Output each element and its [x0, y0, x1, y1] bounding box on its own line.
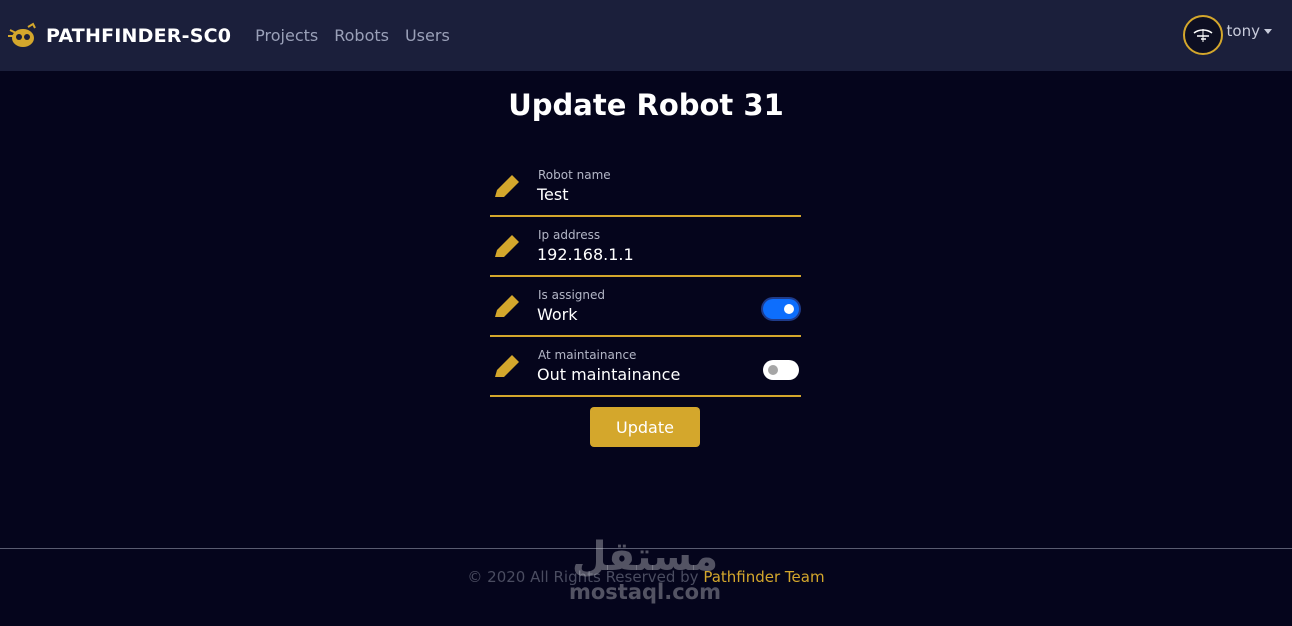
update-button[interactable]: Update: [590, 407, 700, 447]
ip-address-field[interactable]: Ip address 192.168.1.1: [490, 217, 801, 277]
nav-link-robots[interactable]: Robots: [334, 26, 389, 45]
at-maintenance-value: Out maintainance: [537, 365, 681, 384]
pencil-icon: [495, 235, 519, 257]
navbar: PATHFINDER-SC0 Projects Robots Users ton…: [0, 0, 1292, 71]
toggle-knob: [784, 304, 794, 314]
footer: © 2020 All Rights Reserved by Pathfinder…: [0, 568, 1292, 586]
robot-logo-icon: [8, 22, 36, 47]
user-name[interactable]: tony: [1227, 22, 1260, 40]
brand-name: PATHFINDER-SC0: [46, 24, 232, 47]
page-title: Update Robot 31: [508, 88, 784, 122]
field-label: Is assigned: [538, 288, 606, 302]
field-label: At maintainance: [538, 348, 637, 362]
avatar-icon: [1193, 29, 1213, 42]
avatar[interactable]: [1182, 15, 1223, 55]
brand[interactable]: PATHFINDER-SC0: [6, 22, 231, 50]
copyright-text: © 2020 All Rights Reserved by: [467, 568, 699, 586]
field-label: Robot name: [538, 168, 611, 182]
toggle-knob: [768, 365, 778, 375]
at-maintenance-field: At maintainance Out maintainance: [490, 337, 801, 397]
field-label: Ip address: [538, 228, 601, 242]
footer-divider: [0, 548, 1292, 549]
is-assigned-field: Is assigned Work: [490, 277, 801, 337]
robot-name-field[interactable]: Robot name Test: [490, 157, 801, 217]
is-assigned-toggle[interactable]: [763, 299, 799, 319]
at-maintenance-toggle[interactable]: [763, 360, 799, 380]
is-assigned-value: Work: [537, 305, 578, 324]
nav-link-users[interactable]: Users: [405, 26, 450, 45]
ip-address-input[interactable]: 192.168.1.1: [537, 245, 634, 264]
pencil-icon: [495, 175, 519, 197]
robot-form: Robot name Test Ip address 192.168.1.1 I…: [490, 157, 801, 397]
pencil-icon: [495, 355, 519, 377]
nav-link-projects[interactable]: Projects: [255, 26, 318, 45]
robot-name-input[interactable]: Test: [537, 185, 569, 204]
caret-down-icon[interactable]: [1264, 28, 1272, 34]
nav-links: Projects Robots Users: [255, 26, 466, 45]
pencil-icon: [495, 295, 519, 317]
team-link[interactable]: Pathfinder Team: [703, 568, 824, 586]
user-menu[interactable]: tony: [1182, 15, 1272, 55]
